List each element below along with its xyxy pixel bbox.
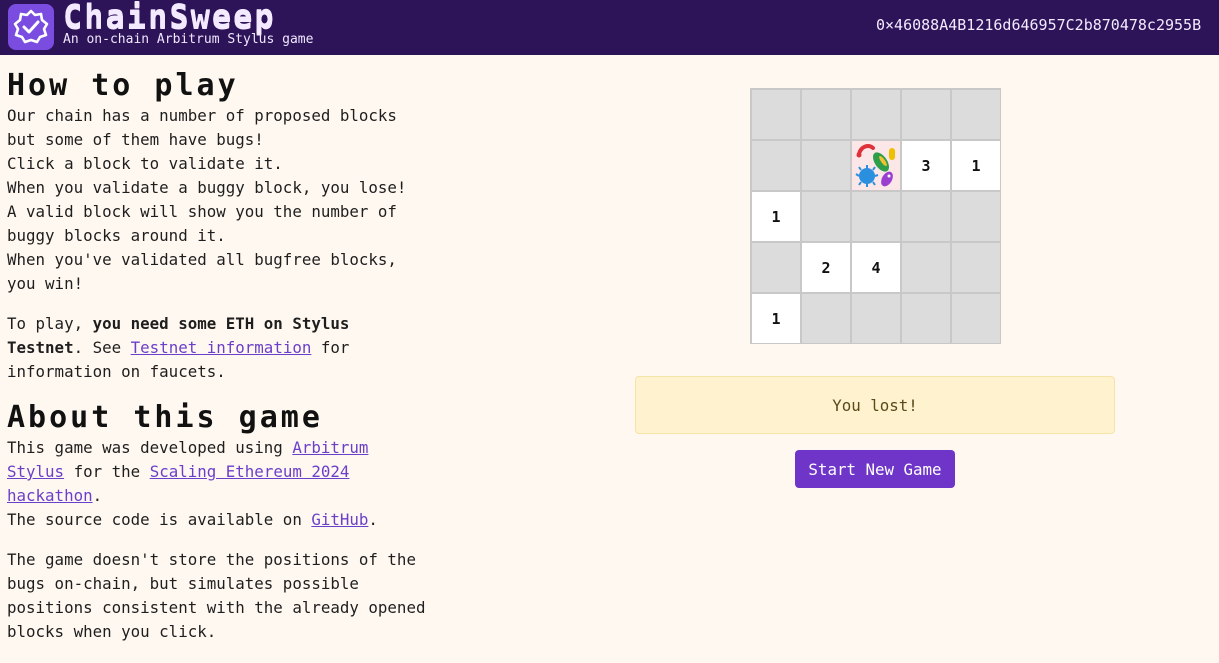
board-cell-open: 3 xyxy=(901,140,951,191)
cell-count: 3 xyxy=(921,156,931,175)
how-to-play-title: How to play xyxy=(7,68,239,103)
verified-badge-icon xyxy=(13,9,49,44)
storage-text: The game doesn't store the positions of … xyxy=(7,550,426,641)
info-column: How to play Our chain has a number of pr… xyxy=(7,68,447,660)
rule-line: When you've validated all bugfree blocks… xyxy=(7,250,397,269)
board-cell-closed[interactable] xyxy=(801,293,851,344)
board-cell-closed[interactable] xyxy=(951,293,1001,344)
board-cell-open: 4 xyxy=(851,242,901,293)
board-cell-closed[interactable] xyxy=(901,242,951,293)
wallet-address[interactable]: 0×46088A4B1216d646957C2b870478c2955B xyxy=(876,16,1201,34)
eth-requirement: To play, you need some ETH on Stylus Tes… xyxy=(7,312,367,384)
rule-line: Click a block to validate it. xyxy=(7,154,283,173)
app-header: ChainSweep An on-chain Arbitrum Stylus g… xyxy=(0,0,1219,55)
cell-count: 4 xyxy=(871,258,881,277)
rule-line: buggy blocks around it. xyxy=(7,226,226,245)
board-cell-closed[interactable] xyxy=(901,293,951,344)
board-cell-closed[interactable] xyxy=(801,140,851,191)
app-logo xyxy=(8,4,54,50)
board-cell-closed[interactable] xyxy=(751,242,801,293)
start-new-game-button[interactable]: Start New Game xyxy=(795,450,955,488)
cell-count: 1 xyxy=(771,309,781,328)
app-subtitle: An on-chain Arbitrum Stylus game xyxy=(63,32,314,47)
cell-count: 2 xyxy=(821,258,831,277)
about-title: About this game xyxy=(7,400,323,435)
source-suffix: . xyxy=(368,510,378,529)
board-cell-bug xyxy=(851,140,901,191)
cell-count: 1 xyxy=(771,207,781,226)
board-cell-closed[interactable] xyxy=(901,191,951,242)
eth-prefix: To play, xyxy=(7,314,93,333)
dev-middle: for the xyxy=(64,462,150,481)
board-cell-closed[interactable] xyxy=(801,191,851,242)
rule-line: you win! xyxy=(7,274,84,293)
board-cell-open: 2 xyxy=(801,242,851,293)
bug-icon xyxy=(855,143,895,187)
board-cell-closed[interactable] xyxy=(801,89,851,140)
board-cell-open: 1 xyxy=(751,191,801,242)
rule-line: but some of them have bugs! xyxy=(7,130,264,149)
rule-line: Our chain has a number of proposed block… xyxy=(7,106,397,125)
dev-suffix: . xyxy=(92,486,103,505)
board-cell-closed[interactable] xyxy=(851,293,901,344)
board-cell-closed[interactable] xyxy=(851,191,901,242)
source-prefix: The source code is available on xyxy=(7,510,312,529)
cell-count: 1 xyxy=(971,156,981,175)
dev-prefix: This game was developed using xyxy=(7,438,293,457)
app-title: ChainSweep xyxy=(63,0,276,36)
board-cell-closed[interactable] xyxy=(751,89,801,140)
game-status-message: You lost! xyxy=(635,376,1115,434)
rule-line: When you validate a buggy block, you los… xyxy=(7,178,407,197)
testnet-info-link[interactable]: Testnet information xyxy=(131,338,312,357)
board-cell-open: 1 xyxy=(951,140,1001,191)
board-cell-closed[interactable] xyxy=(951,242,1001,293)
board-cell-open: 1 xyxy=(751,293,801,344)
how-to-play-text: Our chain has a number of proposed block… xyxy=(7,104,447,296)
game-board: 3 1 1 2 4 1 xyxy=(750,88,1001,344)
board-cell-closed[interactable] xyxy=(951,89,1001,140)
board-cell-closed[interactable] xyxy=(901,89,951,140)
rule-line: A valid block will show you the number o… xyxy=(7,202,397,221)
github-link[interactable]: GitHub xyxy=(311,510,368,529)
board-cell-closed[interactable] xyxy=(751,140,801,191)
about-dev-text: This game was developed using Arbitrum S… xyxy=(7,436,387,532)
board-cell-closed[interactable] xyxy=(951,191,1001,242)
eth-middle: . See xyxy=(73,338,131,357)
board-cell-closed[interactable] xyxy=(851,89,901,140)
